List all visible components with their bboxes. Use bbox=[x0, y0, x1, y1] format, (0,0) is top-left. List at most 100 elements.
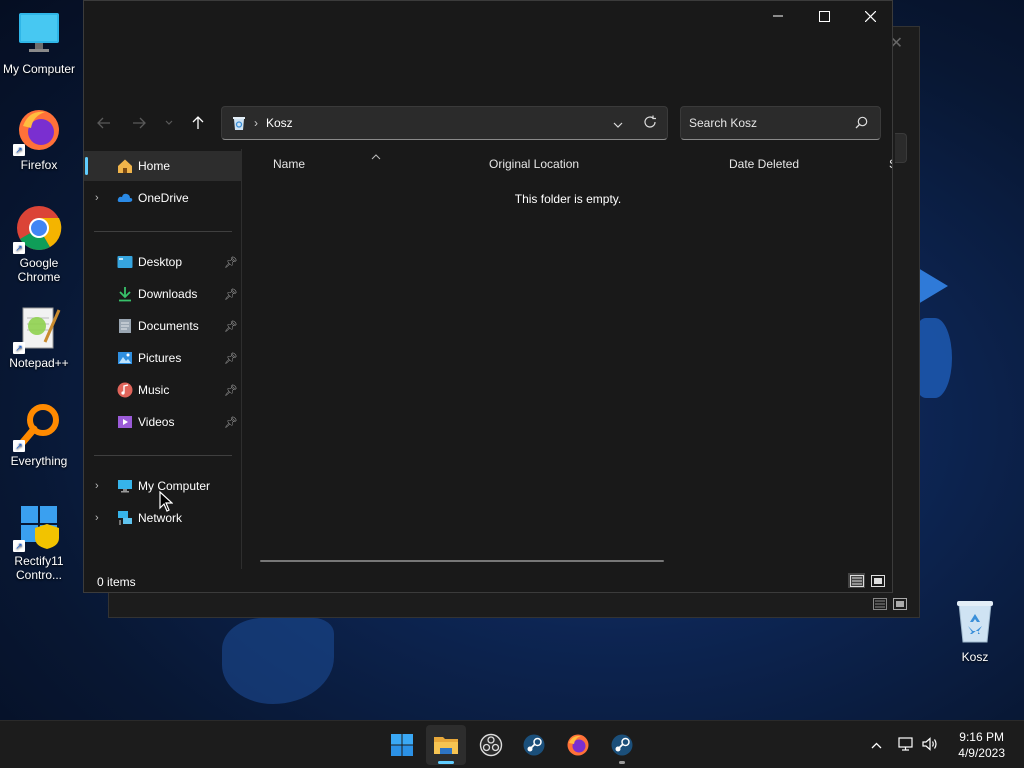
taskbar-steam[interactable] bbox=[514, 725, 554, 765]
pin-icon[interactable]: 📌︎ bbox=[224, 320, 238, 333]
document-icon bbox=[117, 318, 133, 334]
empty-folder-message: This folder is empty. bbox=[514, 192, 622, 206]
back-button[interactable] bbox=[92, 111, 116, 135]
pin-icon[interactable]: 📌︎ bbox=[224, 288, 238, 301]
search-input[interactable] bbox=[681, 107, 851, 139]
maximize-icon bbox=[818, 10, 830, 22]
sidebar-item-onedrive[interactable]: › OneDrive bbox=[84, 183, 242, 213]
details-view-icon bbox=[849, 574, 864, 587]
title-bar[interactable] bbox=[84, 1, 892, 33]
sidebar-item-desktop[interactable]: Desktop 📌︎ bbox=[84, 247, 242, 277]
desktop-icon-everything[interactable]: ↗ Everything bbox=[1, 402, 77, 468]
taskbar-firefox[interactable] bbox=[558, 725, 598, 765]
clock-time: 9:16 PM bbox=[959, 730, 1004, 744]
download-arrow-icon bbox=[117, 286, 133, 302]
home-icon bbox=[117, 158, 133, 174]
taskbar-steam-running[interactable] bbox=[602, 725, 642, 765]
show-hidden-icons-button[interactable] bbox=[866, 742, 886, 749]
taskbar-clock[interactable]: 9:16 PM 4/9/2023 bbox=[958, 729, 1005, 761]
background-search-box-edge bbox=[895, 133, 907, 163]
firefox-icon bbox=[567, 734, 589, 756]
tiles-view-button[interactable] bbox=[869, 573, 886, 588]
shortcut-arrow-icon: ↗ bbox=[13, 440, 25, 452]
status-item-count: 0 items bbox=[97, 575, 136, 589]
desktop-icon-firefox[interactable]: ↗ Firefox bbox=[1, 106, 77, 172]
up-button[interactable] bbox=[186, 111, 210, 135]
clock-date: 4/9/2023 bbox=[958, 746, 1005, 760]
desktop-icon-my-computer[interactable]: My Computer bbox=[1, 10, 77, 76]
notepad-plus-plus-icon: ↗ bbox=[13, 304, 63, 354]
monitor-icon bbox=[117, 478, 133, 494]
mouse-cursor-icon bbox=[159, 490, 174, 515]
view-toggles bbox=[848, 573, 886, 588]
desktop-icon-google-chrome[interactable]: ↗ Google Chrome bbox=[1, 204, 77, 284]
breadcrumb-location[interactable]: Kosz bbox=[266, 116, 293, 130]
maximize-button[interactable] bbox=[801, 1, 847, 31]
sidebar-item-label: Documents bbox=[138, 319, 199, 333]
address-bar[interactable]: › Kosz bbox=[221, 106, 668, 140]
sidebar-item-home[interactable]: Home bbox=[84, 151, 242, 181]
chevron-down-icon bbox=[165, 120, 173, 125]
sidebar-item-documents[interactable]: Documents 📌︎ bbox=[84, 311, 242, 341]
arrow-up-icon bbox=[192, 116, 204, 129]
recycle-bin-icon bbox=[233, 116, 245, 130]
column-header-name[interactable]: Name bbox=[273, 157, 305, 171]
sidebar-item-label: Music bbox=[138, 383, 170, 397]
desktop-icon-kosz[interactable]: Kosz bbox=[937, 598, 1013, 664]
desktop-icon-rectify11[interactable]: ↗ Rectify11 Contro... bbox=[1, 502, 77, 582]
shortcut-arrow-icon: ↗ bbox=[13, 342, 25, 354]
pin-icon[interactable]: 📌︎ bbox=[224, 384, 238, 397]
search-icon[interactable] bbox=[855, 116, 868, 132]
recent-locations-button[interactable] bbox=[157, 111, 181, 135]
sidebar-item-label: Desktop bbox=[138, 255, 183, 269]
desktop-icon-label: My Computer bbox=[2, 62, 76, 76]
tiles-view-icon[interactable] bbox=[893, 598, 907, 613]
monitor-icon bbox=[15, 10, 63, 58]
start-button[interactable] bbox=[382, 725, 422, 765]
explorer-window[interactable]: › Kosz Home › OneDrive bbox=[83, 0, 893, 593]
desktop-icon-label: Kosz bbox=[961, 650, 989, 664]
taskbar-obs[interactable] bbox=[471, 725, 511, 765]
close-button[interactable] bbox=[847, 1, 893, 31]
sidebar-item-label: Pictures bbox=[138, 351, 182, 365]
sidebar-item-downloads[interactable]: Downloads 📌︎ bbox=[84, 279, 242, 309]
minimize-button[interactable] bbox=[755, 1, 801, 31]
sidebar-item-videos[interactable]: Videos 📌︎ bbox=[84, 407, 242, 437]
forward-button[interactable] bbox=[127, 111, 151, 135]
video-icon bbox=[117, 414, 133, 430]
chevron-up-icon bbox=[871, 742, 881, 748]
column-header-size[interactable]: S bbox=[889, 157, 892, 171]
network-status-button[interactable] bbox=[898, 736, 914, 754]
file-list[interactable]: Name Original Location Date Deleted S Th… bbox=[244, 149, 892, 569]
pin-icon[interactable]: 📌︎ bbox=[224, 256, 238, 269]
arrow-right-icon bbox=[133, 117, 146, 129]
sidebar-item-music[interactable]: Music 📌︎ bbox=[84, 375, 242, 405]
pin-icon[interactable]: 📌︎ bbox=[224, 352, 238, 365]
refresh-button[interactable] bbox=[643, 115, 657, 132]
desktop-icon-notepad-plus-plus[interactable]: ↗ Notepad++ bbox=[1, 304, 77, 370]
background-view-toggles bbox=[873, 598, 907, 613]
search-box[interactable] bbox=[680, 106, 881, 140]
address-history-button[interactable] bbox=[613, 117, 623, 131]
sidebar-item-label: OneDrive bbox=[138, 191, 189, 205]
sidebar-item-pictures[interactable]: Pictures 📌︎ bbox=[84, 343, 242, 373]
column-header-original-location[interactable]: Original Location bbox=[489, 157, 579, 171]
volume-button[interactable] bbox=[922, 736, 938, 754]
shortcut-arrow-icon: ↗ bbox=[13, 144, 25, 156]
taskbar-file-explorer[interactable] bbox=[426, 725, 466, 765]
shortcut-arrow-icon: ↗ bbox=[13, 540, 25, 552]
steam-icon bbox=[611, 734, 633, 756]
cloud-icon bbox=[117, 190, 133, 206]
chevron-right-icon[interactable]: › bbox=[95, 512, 99, 524]
pin-icon[interactable]: 📌︎ bbox=[224, 416, 238, 429]
column-header-date-deleted[interactable]: Date Deleted bbox=[729, 157, 799, 171]
details-view-button[interactable] bbox=[848, 573, 865, 588]
chevron-right-icon[interactable]: › bbox=[95, 192, 99, 204]
obs-icon bbox=[479, 733, 503, 757]
sidebar-divider bbox=[94, 455, 232, 456]
details-view-icon[interactable] bbox=[873, 598, 887, 613]
horizontal-scrollbar[interactable] bbox=[260, 560, 664, 562]
folder-icon bbox=[434, 737, 458, 754]
chevron-right-icon[interactable]: › bbox=[95, 480, 99, 492]
desktop-icon-label: Notepad++ bbox=[9, 356, 69, 370]
